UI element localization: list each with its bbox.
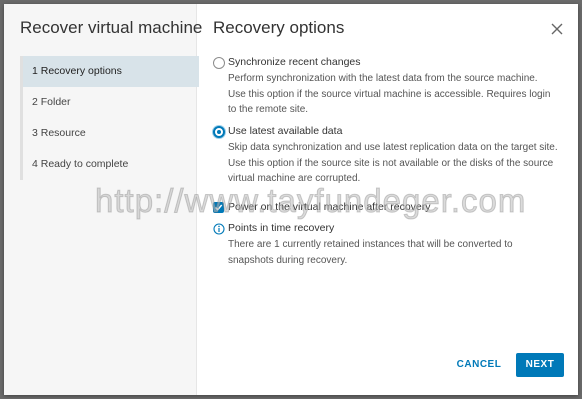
synchronize-label[interactable]: Synchronize recent changes — [228, 56, 361, 68]
step-ready-to-complete[interactable]: 4 Ready to complete — [23, 149, 199, 180]
synchronize-radio[interactable] — [213, 57, 225, 69]
wizard-title: Recover virtual machine — [20, 18, 203, 37]
latest-data-label[interactable]: Use latest available data — [228, 125, 342, 137]
info-icon — [213, 222, 225, 235]
next-button[interactable]: NEXT — [516, 353, 564, 377]
wizard-content: Recovery options Synchronize recent chan… — [197, 4, 578, 395]
latest-data-radio[interactable] — [213, 126, 225, 138]
step-recovery-options[interactable]: 1 Recovery options — [23, 56, 199, 87]
step-resource[interactable]: 3 Resource — [23, 118, 199, 149]
wizard-steps: 1 Recovery options 2 Folder 3 Resource 4… — [20, 56, 199, 180]
pit-text: There are 1 currently retained instances… — [228, 239, 513, 266]
recover-vm-dialog: Recover virtual machine 1 Recovery optio… — [4, 4, 578, 395]
wizard-sidebar: Recover virtual machine 1 Recovery optio… — [4, 4, 202, 395]
page-title: Recovery options — [213, 18, 345, 37]
step-folder[interactable]: 2 Folder — [23, 87, 199, 118]
pit-title: Points in time recovery — [228, 222, 335, 234]
cancel-button[interactable]: CANCEL — [454, 353, 504, 377]
power-on-label[interactable]: Power on the virtual machine after recov… — [228, 201, 431, 213]
synchronize-description: Perform synchronization with the latest … — [228, 73, 551, 115]
latest-data-description: Skip data synchronization and use latest… — [228, 142, 558, 184]
close-icon[interactable] — [550, 22, 564, 36]
power-on-checkbox[interactable] — [213, 202, 224, 213]
